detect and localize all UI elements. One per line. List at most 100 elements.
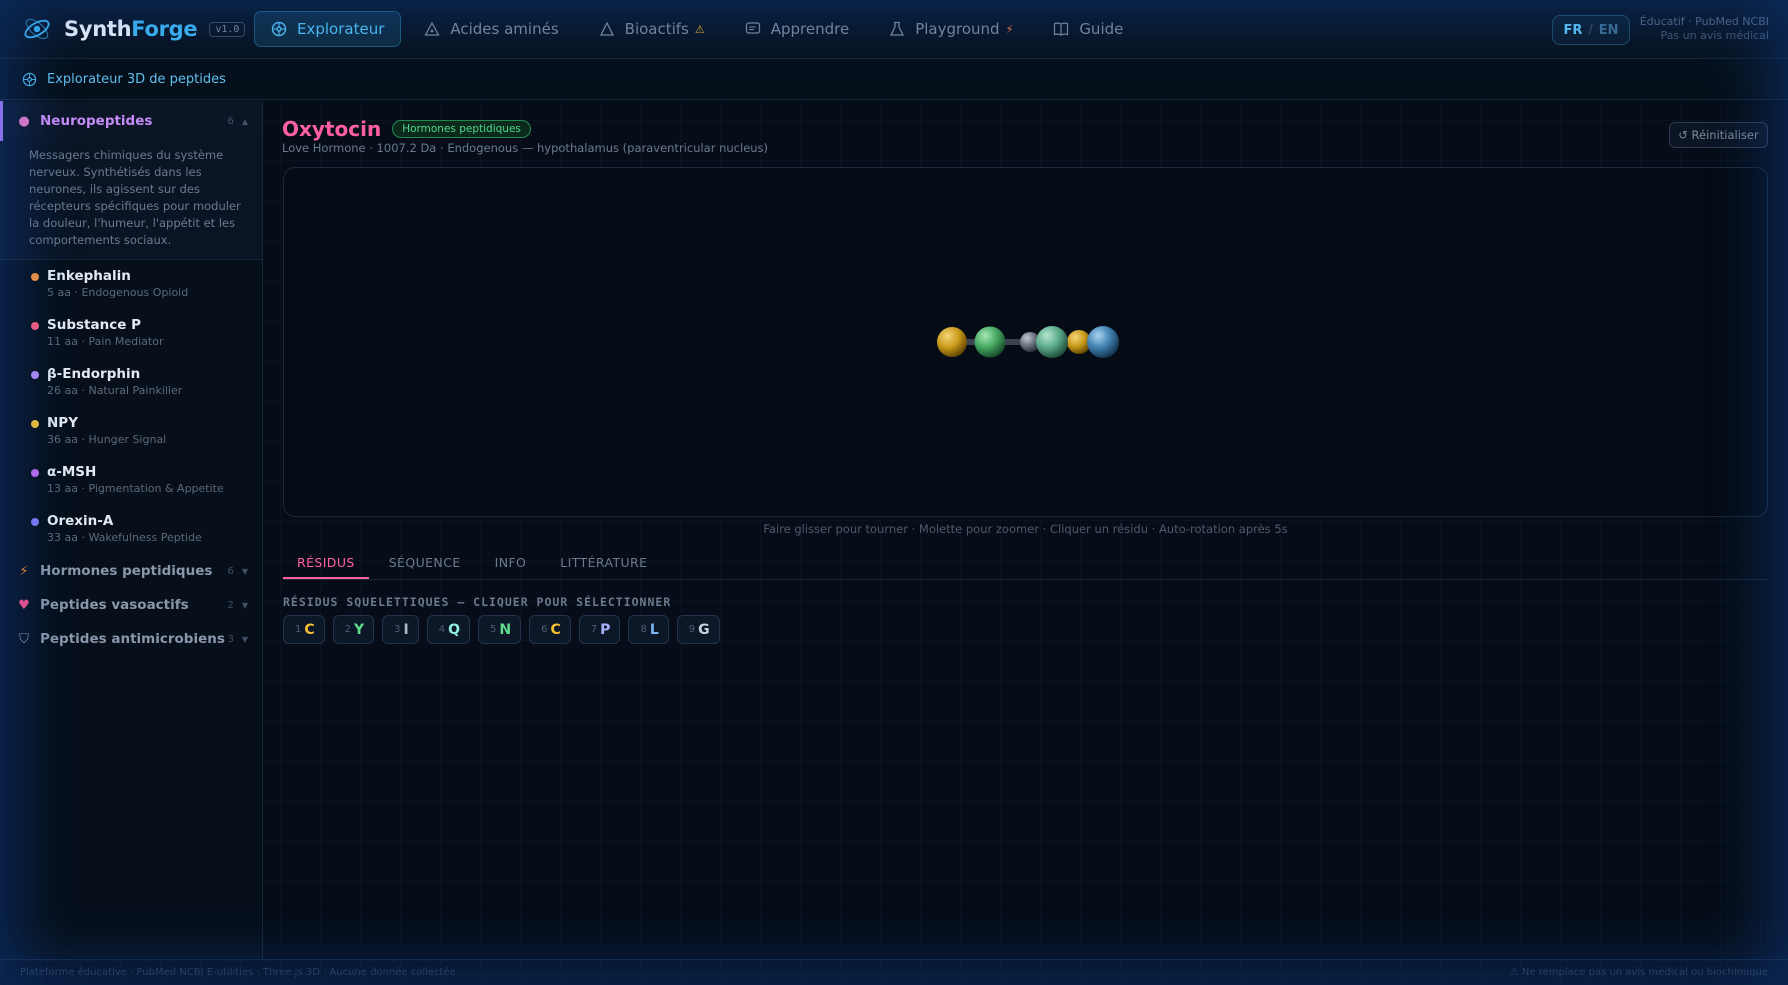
shield-icon: ⛉ xyxy=(19,631,29,647)
tab-residus[interactable]: RÉSIDUS xyxy=(283,547,369,579)
residue-number: 3 xyxy=(394,624,401,635)
peptide-subtitle: Love Hormone · 1007.2 Da · Endogenous — … xyxy=(282,141,769,155)
category-count: 6 xyxy=(227,565,234,577)
viewer-hint: Faire glisser pour tourner · Molette pou… xyxy=(763,522,1288,536)
category-label: Peptides vasoactifs xyxy=(40,597,189,613)
peptide-meta: 33 aa · Wakefulness Peptide xyxy=(47,531,202,544)
brand[interactable]: SynthForge v1.0 xyxy=(22,14,254,44)
peptide-meta: 13 aa · Pigmentation & Appetite xyxy=(47,482,224,495)
lang-en[interactable]: EN xyxy=(1599,23,1619,38)
category-description: Messagers chimiques du système nerveux. … xyxy=(0,141,262,260)
molecule-viewer-3d[interactable] xyxy=(283,167,1768,517)
flask-icon xyxy=(890,21,905,36)
nav-acides-amines[interactable]: Acides aminés xyxy=(407,11,575,47)
atom-logo-icon xyxy=(24,18,50,40)
residue-letter: Y xyxy=(354,621,365,638)
residue-letter: L xyxy=(649,621,659,638)
residue-chip[interactable]: 4Q xyxy=(426,615,471,644)
tab-litterature[interactable]: LITTÉRATURE xyxy=(546,547,661,579)
disclaimer: Éducatif · PubMed NCBI Pas un avis médic… xyxy=(1639,15,1769,42)
peptide-list: Enkephalin 5 aa · Endogenous Opioid Substa… xyxy=(0,260,262,554)
category-neuropeptides[interactable]: ● Neuropeptides 6 ▲ xyxy=(0,101,262,141)
category-list: ⚡ Hormones peptidiques 6 ▼ ♥ Peptides vasoact… xyxy=(0,554,262,656)
footer-left: Plateforme éducative · PubMed NCBI E-uti… xyxy=(20,967,456,978)
peptide-item[interactable]: Orexin-A 33 aa · Wakefulness Peptide xyxy=(0,505,262,554)
peptide-item[interactable]: α-MSH 13 aa · Pigmentation & Appetite xyxy=(0,456,262,505)
residue-chip[interactable]: 5N xyxy=(478,615,522,644)
language-toggle[interactable]: FR / EN xyxy=(1552,15,1630,45)
residue-letter: I xyxy=(403,621,409,638)
residue-chip[interactable]: 3I xyxy=(382,615,419,644)
tab-sequence[interactable]: SÉQUENCE xyxy=(375,547,475,579)
peptide-item[interactable]: Enkephalin 5 aa · Endogenous Opioid xyxy=(0,260,262,309)
chat-icon xyxy=(745,22,760,34)
residue-atoms[interactable] xyxy=(937,326,1119,358)
residue-number: 7 xyxy=(590,624,598,635)
residue-chip[interactable]: 7P xyxy=(578,615,621,644)
peptide-name: NPY xyxy=(47,415,78,431)
triangle-icon xyxy=(424,21,440,36)
main-nav: Explorateur Acides aminés Bioactifs ⚠ Ap… xyxy=(254,0,1146,59)
category-count: 3 xyxy=(227,633,234,645)
peptide-item[interactable]: Substance P 11 aa · Pain Mediator xyxy=(0,309,262,358)
peptide-color-dot xyxy=(31,322,39,330)
nav-apprendre[interactable]: Apprendre xyxy=(728,11,866,47)
lang-fr[interactable]: FR xyxy=(1563,23,1582,38)
category-item[interactable]: ⛉ Peptides antimicrobiens 3 ▼ xyxy=(0,622,262,656)
peptide-item[interactable]: NPY 36 aa · Hunger Signal xyxy=(0,407,262,456)
residue-chip[interactable]: 9G xyxy=(676,615,720,644)
brain-icon: ● xyxy=(18,113,30,129)
peptide-color-dot xyxy=(31,518,39,526)
chevron-down-icon: ▼ xyxy=(241,634,248,644)
chevron-down-icon: ▼ xyxy=(241,600,248,610)
chevron-down-icon: ▼ xyxy=(241,566,248,576)
nav-explorateur[interactable]: Explorateur xyxy=(254,11,402,47)
residue-letter: Q xyxy=(448,621,461,638)
residue-chip[interactable]: 6C xyxy=(529,615,571,644)
peptide-name: α-MSH xyxy=(47,464,97,480)
category-count: 6 xyxy=(227,115,234,127)
category-item[interactable]: ♥ Peptides vasoactifs 2 ▼ xyxy=(0,588,262,622)
peptide-header: Oxytocin Hormones peptidiques xyxy=(282,117,531,141)
category-badge: Hormones peptidiques xyxy=(392,120,531,138)
version-badge: v1.0 xyxy=(209,21,246,37)
peptide-color-dot xyxy=(31,371,39,379)
residue-number: 8 xyxy=(640,624,647,635)
chevron-up-icon: ▲ xyxy=(241,116,248,126)
residue-chip[interactable]: 2Y xyxy=(332,615,375,644)
brand-name: SynthForge xyxy=(64,17,198,41)
residue-chip[interactable]: 8L xyxy=(628,615,669,644)
subbar-title: Explorateur 3D de peptides xyxy=(47,72,226,87)
reset-button[interactable]: ↺ Réinitialiser xyxy=(1669,122,1768,148)
peptide-name: Enkephalin xyxy=(47,268,131,284)
detail-tabs: RÉSIDUS SÉQUENCE INFO LITTÉRATURE xyxy=(283,547,1768,580)
residue-letter: G xyxy=(698,621,710,638)
residue-number: 9 xyxy=(688,624,696,635)
peptide-name: Orexin-A xyxy=(47,513,114,529)
footer: Plateforme éducative · PubMed NCBI E-uti… xyxy=(0,959,1788,985)
peptide-meta: 11 aa · Pain Mediator xyxy=(47,335,164,348)
footer-right: ⚠ Ne remplace pas un avis médical ou bio… xyxy=(1509,967,1768,978)
nav-playground[interactable]: Playground ⚡ xyxy=(872,11,1030,47)
category-label: Peptides antimicrobiens xyxy=(40,631,225,647)
residue-number: 5 xyxy=(490,624,497,635)
residue-chip[interactable]: 1C xyxy=(283,615,325,644)
bolt-icon: ⚡ xyxy=(19,563,29,579)
nav-guide[interactable]: Guide xyxy=(1036,11,1140,47)
residue-number: 2 xyxy=(344,624,352,635)
peptide-name: β-Endorphin xyxy=(47,366,141,382)
peptide-color-dot xyxy=(31,469,39,477)
residues-heading: RÉSIDUS SQUELETTIQUES — CLIQUER POUR SÉL… xyxy=(283,595,672,609)
peptide-item[interactable]: β-Endorphin 26 aa · Natural Painkiller xyxy=(0,358,262,407)
tab-info[interactable]: INFO xyxy=(481,547,541,579)
residue-letter: N xyxy=(499,621,512,638)
residue-letter: C xyxy=(304,621,315,638)
bolt-icon: ⚡ xyxy=(1005,22,1014,36)
heart-icon: ♥ xyxy=(18,597,30,613)
breadcrumb-bar: Explorateur 3D de peptides xyxy=(0,60,1788,100)
category-item[interactable]: ⚡ Hormones peptidiques 6 ▼ xyxy=(0,554,262,588)
molecule-render xyxy=(937,326,1119,358)
nav-bioactifs[interactable]: Bioactifs ⚠ xyxy=(582,11,722,47)
residue-letter: C xyxy=(550,621,561,638)
residue-number: 6 xyxy=(541,624,548,635)
